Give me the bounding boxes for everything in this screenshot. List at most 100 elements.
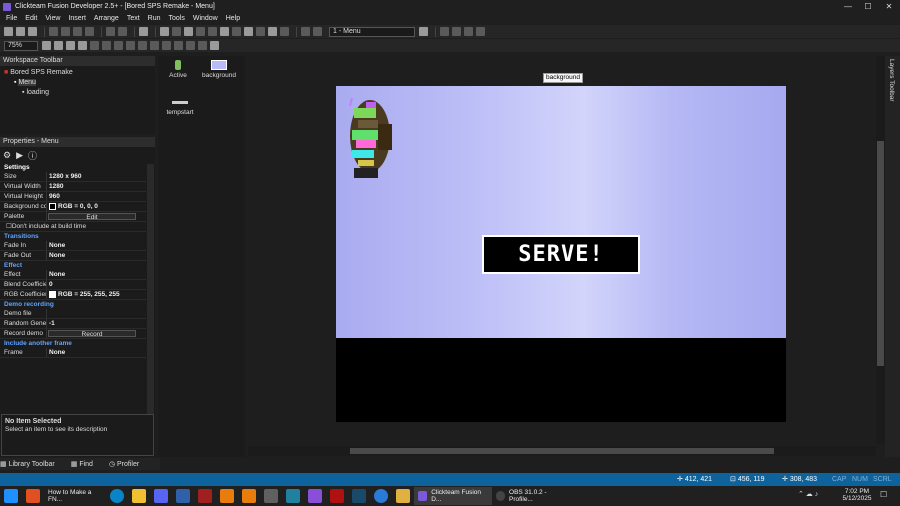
serve-button[interactable]: SERVE! xyxy=(482,235,640,274)
file-explorer-icon[interactable] xyxy=(132,489,146,503)
event-editor-icon[interactable] xyxy=(208,27,217,36)
new-file-icon[interactable] xyxy=(4,27,13,36)
prop-fade-in[interactable]: Fade In None xyxy=(0,241,146,251)
menu-edit[interactable]: Edit xyxy=(25,15,37,22)
copy-icon[interactable] xyxy=(61,27,70,36)
delete-icon[interactable] xyxy=(85,27,94,36)
align-icon[interactable] xyxy=(464,27,473,36)
menu-file[interactable]: File xyxy=(6,15,17,22)
menu-run[interactable]: Run xyxy=(148,15,161,22)
tab-profiler[interactable]: ◷ Profiler xyxy=(109,460,147,468)
edge-icon[interactable] xyxy=(110,489,124,503)
blender-icon[interactable] xyxy=(220,489,234,503)
grid-icon[interactable] xyxy=(440,27,449,36)
cut-icon[interactable] xyxy=(49,27,58,36)
brave-icon[interactable] xyxy=(26,489,40,503)
menu-tools[interactable]: Tools xyxy=(169,15,185,22)
app-icon[interactable] xyxy=(198,489,212,503)
windows-start-icon[interactable] xyxy=(4,489,18,503)
build-icon[interactable] xyxy=(268,27,277,36)
prop-fade-out[interactable]: Fade Out None xyxy=(0,251,146,261)
object-tempstart[interactable]: tempstart xyxy=(162,98,198,116)
tab-library[interactable]: ▦ Library Toolbar xyxy=(0,460,63,468)
storyboard-icon[interactable] xyxy=(184,27,193,36)
data-elements-icon[interactable] xyxy=(232,27,241,36)
horizontal-scroll-thumb[interactable] xyxy=(350,448,774,454)
vertical-scroll-thumb[interactable] xyxy=(877,141,884,366)
fit-icon[interactable] xyxy=(210,41,219,50)
align-right-icon[interactable] xyxy=(174,41,183,50)
app-icon[interactable] xyxy=(352,489,366,503)
run-frame-icon[interactable] xyxy=(256,27,265,36)
task-obs[interactable]: OBS 31.0.2 - Profile... xyxy=(492,487,570,505)
info-icon[interactable]: ⓘ xyxy=(28,149,37,162)
prop-blend[interactable]: Blend Coefficie 0 xyxy=(0,280,146,290)
underline-icon[interactable] xyxy=(126,41,135,50)
object-background[interactable]: background xyxy=(198,60,240,79)
brush-icon[interactable] xyxy=(54,41,63,50)
prop-virtual-width[interactable]: Virtual Width 1280 xyxy=(0,182,146,192)
app-icon[interactable] xyxy=(176,489,190,503)
prop-random-gen[interactable]: Random Gener -1 xyxy=(0,319,146,329)
task-clickteam[interactable]: Clickteam Fusion D... xyxy=(414,487,492,505)
paste-icon[interactable] xyxy=(73,27,82,36)
prop-demo-file[interactable]: Demo file xyxy=(0,309,146,319)
run-app-icon[interactable] xyxy=(244,27,253,36)
align-top-icon[interactable] xyxy=(186,41,195,50)
first-frame-icon[interactable] xyxy=(301,27,310,36)
prop-virtual-height[interactable]: Virtual Height 960 xyxy=(0,192,146,202)
blender-icon[interactable] xyxy=(242,489,256,503)
help-icon[interactable] xyxy=(139,27,148,36)
layers-title[interactable]: Layers Toolbar xyxy=(885,56,895,102)
menu-view[interactable]: View xyxy=(45,15,60,22)
tab-find[interactable]: ▦ Find xyxy=(71,460,101,468)
play-icon[interactable] xyxy=(419,27,428,36)
redo-icon[interactable] xyxy=(118,27,127,36)
horizontal-scrollbar[interactable] xyxy=(248,446,876,456)
frame-area[interactable] xyxy=(336,86,786,338)
prop-frame[interactable]: Frame None xyxy=(0,348,146,358)
italic-icon[interactable] xyxy=(114,41,123,50)
prop-background-color[interactable]: Background co RGB = 0, 0, 0 xyxy=(0,202,146,212)
dont-include-checkbox[interactable]: ☐ xyxy=(0,222,12,231)
snap-icon[interactable] xyxy=(452,27,461,36)
prop-effect[interactable]: Effect None xyxy=(0,270,146,280)
vertical-scrollbar[interactable] xyxy=(876,56,885,444)
app-icon[interactable] xyxy=(264,489,278,503)
discord-icon[interactable] xyxy=(154,489,168,503)
save-icon[interactable] xyxy=(28,27,37,36)
align-middle-icon[interactable] xyxy=(198,41,207,50)
app-icon[interactable] xyxy=(286,489,300,503)
align-center-icon[interactable] xyxy=(162,41,171,50)
event-list-icon[interactable] xyxy=(220,27,229,36)
prop-size[interactable]: Size 1280 x 960 xyxy=(0,172,146,182)
properties-scrollbar[interactable] xyxy=(147,164,154,414)
prop-rgb-coef[interactable]: RGB Coefficien RGB = 255, 255, 255 xyxy=(0,290,146,300)
palette-edit-button[interactable]: Edit xyxy=(48,213,136,221)
record-button[interactable]: Record xyxy=(48,330,136,338)
text-color-icon[interactable] xyxy=(138,41,147,50)
menu-arrange[interactable]: Arrange xyxy=(94,15,119,22)
runtime-icon[interactable]: ▶ xyxy=(16,150,23,161)
bold-icon[interactable] xyxy=(102,41,111,50)
open-file-icon[interactable] xyxy=(16,27,25,36)
zoom-select[interactable]: 75% xyxy=(4,40,38,51)
snap-toggle-icon[interactable] xyxy=(78,41,87,50)
tree-item-loading[interactable]: ▪ loading xyxy=(4,88,155,98)
menu-text[interactable]: Text xyxy=(127,15,140,22)
stop-icon[interactable] xyxy=(280,27,289,36)
frame-editor-icon[interactable] xyxy=(196,27,205,36)
app-icon[interactable] xyxy=(330,489,344,503)
task-browser[interactable]: How to Make a FN... xyxy=(44,487,106,505)
menu-window[interactable]: Window xyxy=(193,15,218,22)
tree-item-app[interactable]: ■ Bored SPS Remake xyxy=(4,68,155,78)
visual-studio-icon[interactable] xyxy=(308,489,322,503)
tree-item-menu[interactable]: ▪ Menu xyxy=(4,78,155,88)
menu-insert[interactable]: Insert xyxy=(68,15,86,22)
undo-icon[interactable] xyxy=(106,27,115,36)
prev-frame-icon[interactable] xyxy=(313,27,322,36)
grid-toggle-icon[interactable] xyxy=(66,41,75,50)
pencil-icon[interactable] xyxy=(42,41,51,50)
close-button[interactable]: ✕ xyxy=(879,0,899,13)
character-sprite[interactable] xyxy=(344,94,402,182)
